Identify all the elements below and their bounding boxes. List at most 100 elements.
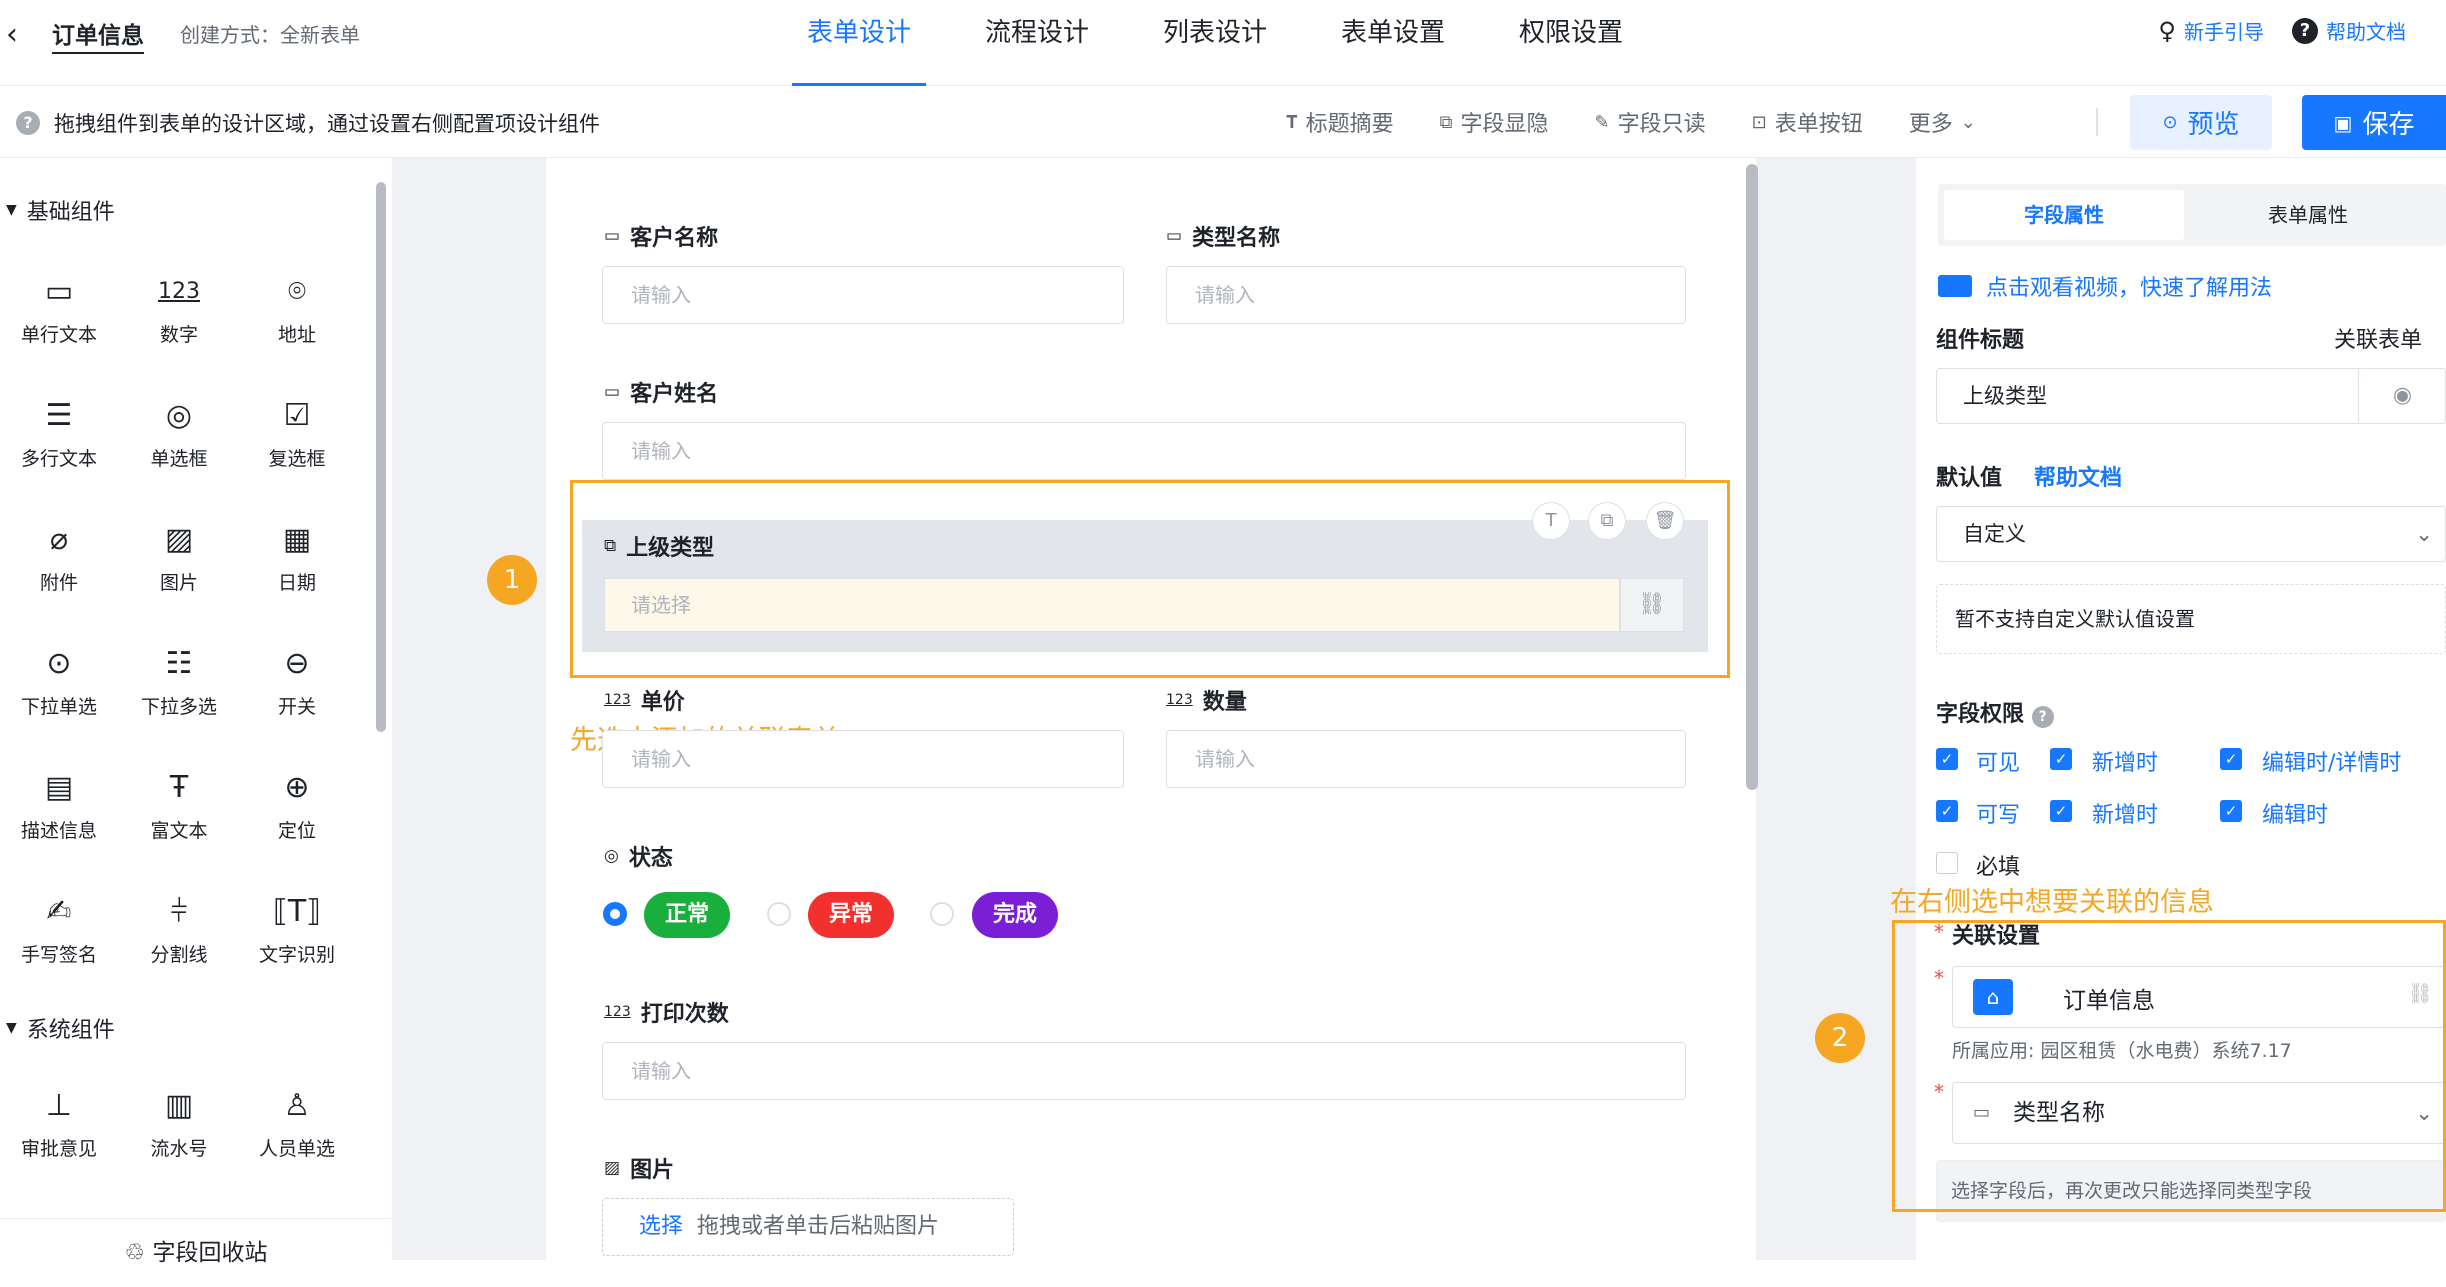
comp-serial-number[interactable]: ▥ 流水号	[124, 1084, 234, 1161]
location-pin-icon: ⌾	[288, 274, 306, 309]
field-label-image: ▨ 图片	[604, 1158, 675, 1183]
status-radio-normal[interactable]	[603, 902, 627, 926]
comp-attachment[interactable]: ⌀ 附件	[4, 518, 114, 595]
status-radio-complete[interactable]	[930, 902, 954, 926]
preview-button[interactable]: ⊙ 预览	[2130, 95, 2272, 150]
image-upload-area[interactable]: 选择 拖拽或者单击后粘贴图片	[602, 1198, 1014, 1256]
type-name-input[interactable]: 请输入	[1166, 266, 1686, 324]
title-visibility-button[interactable]: ◉	[2358, 369, 2446, 423]
default-value-select[interactable]: 自定义 ⌄	[1936, 506, 2446, 562]
field-visibility-button[interactable]: ⧉ 字段显隐	[1440, 106, 1549, 138]
canvas-scrollbar[interactable]	[1746, 164, 1758, 790]
checkbox-visible-add[interactable]: ✓	[2050, 748, 2072, 770]
checkbox-visible[interactable]: ✓	[1936, 748, 1958, 770]
basic-components-header[interactable]: ▼ 基础组件	[6, 194, 115, 226]
title-summary-button[interactable]: 𝐓 标题摘要	[1286, 106, 1394, 138]
comp-dropdown-single[interactable]: ⊙ 下拉单选	[4, 642, 114, 719]
print-count-input[interactable]: 请输入	[602, 1042, 1686, 1100]
tab-flow-design[interactable]: 流程设计	[948, 0, 1126, 86]
field-label-customer-name: ▭ 客户名称	[604, 226, 719, 251]
comp-image[interactable]: ▨ 图片	[124, 518, 234, 595]
pen-off-icon: ✎	[1594, 111, 1610, 133]
tab-form-properties[interactable]: 表单属性	[2188, 190, 2428, 240]
pen-icon: ✍	[46, 894, 72, 929]
comp-single-text[interactable]: ▭ 单行文本	[4, 270, 114, 347]
comp-number[interactable]: 123 数字	[124, 270, 234, 347]
guide-link[interactable]: ♀ 新手引导	[2158, 16, 2264, 45]
parent-type-select[interactable]: 请选择	[604, 578, 1620, 632]
comp-location[interactable]: ⊕ 定位	[242, 766, 352, 843]
more-dropdown[interactable]: 更多 ⌄	[1909, 106, 1976, 138]
annotation-note-2: 在右侧选中想要关联的信息	[1890, 887, 2214, 918]
calendar-icon: ▦	[282, 522, 312, 557]
text-field-icon: ▭	[44, 274, 74, 309]
status-pill-abnormal: 异常	[808, 892, 894, 938]
field-readonly-button[interactable]: ✎ 字段只读	[1594, 106, 1705, 138]
comp-rich-text[interactable]: Ŧ 富文本	[124, 766, 234, 843]
status-pill-complete: 完成	[972, 892, 1058, 938]
save-button[interactable]: ▣ 保存	[2302, 95, 2446, 150]
image-icon: ▨	[164, 522, 194, 557]
radio-icon: ◎	[604, 846, 619, 866]
field-title-control[interactable]: T	[1532, 502, 1570, 540]
top-bar: ‹ 订单信息 创建方式：全新表单 表单设计 流程设计 列表设计 表单设置 权限设…	[0, 0, 2446, 86]
checkbox-writable-add-label: 新增时	[2092, 803, 2159, 828]
button-icon: ⊡	[1751, 111, 1767, 133]
checkbox-writable-edit-label: 编辑时	[2262, 803, 2329, 828]
user-icon: ♙	[283, 1088, 311, 1123]
tab-list-design[interactable]: 列表设计	[1126, 0, 1304, 86]
checkbox-visible-edit-detail[interactable]: ✓	[2220, 748, 2242, 770]
comp-date[interactable]: ▦ 日期	[242, 518, 352, 595]
status-pill-normal: 正常	[644, 892, 730, 938]
comp-divider[interactable]: ⫩ 分割线	[124, 890, 234, 967]
field-label-quantity: 123 数量	[1166, 690, 1247, 715]
comp-checkbox[interactable]: ☑ 复选框	[242, 394, 352, 471]
checkbox-writable-edit[interactable]: ✓	[2220, 800, 2242, 822]
tab-form-settings[interactable]: 表单设置	[1304, 0, 1482, 86]
comp-radio[interactable]: ◎ 单选框	[124, 394, 234, 471]
field-delete-control[interactable]: 🗑	[1646, 502, 1684, 540]
divider-icon: ⫩	[170, 894, 188, 929]
checkbox-writable[interactable]: ✓	[1936, 800, 1958, 822]
tab-form-design[interactable]: 表单设计	[770, 0, 948, 86]
number-icon: 123	[604, 692, 631, 708]
comp-address[interactable]: ⌾ 地址	[242, 270, 352, 347]
comp-ocr[interactable]: ⟦T⟧ 文字识别	[242, 890, 352, 967]
field-recycle-bin[interactable]: ♲ 字段回收站	[0, 1218, 392, 1278]
customer-name-input[interactable]: 请输入	[602, 266, 1124, 324]
unit-price-input[interactable]: 请输入	[602, 730, 1124, 788]
checkbox-writable-label: 可写	[1976, 803, 2021, 828]
left-scrollbar[interactable]	[376, 182, 386, 732]
comp-multi-text[interactable]: ☰ 多行文本	[4, 394, 114, 471]
comp-signature[interactable]: ✍ 手写签名	[4, 890, 114, 967]
comp-description[interactable]: ▤ 描述信息	[4, 766, 114, 843]
quantity-input[interactable]: 请输入	[1166, 730, 1686, 788]
field-copy-control[interactable]: ⧉	[1588, 502, 1626, 540]
text-field-icon: ▭	[604, 226, 621, 246]
dropdown-circle-icon: ⊙	[46, 646, 72, 681]
comp-approval[interactable]: ⊥ 审批意见	[4, 1084, 114, 1161]
upload-select-link[interactable]: 选择	[639, 1214, 683, 1239]
comp-user-single[interactable]: ♙ 人员单选	[242, 1084, 352, 1161]
checkbox-writable-add[interactable]: ✓	[2050, 800, 2072, 822]
link-button[interactable]: ⛓	[1620, 578, 1684, 632]
checkbox-required[interactable]	[1936, 852, 1958, 874]
default-help-link[interactable]: 帮助文档	[2034, 460, 2122, 492]
checklist-icon: ☷	[165, 646, 193, 681]
comp-switch[interactable]: ⊖ 开关	[242, 642, 352, 719]
status-radio-abnormal[interactable]	[767, 902, 791, 926]
tab-field-properties[interactable]: 字段属性	[1944, 190, 2184, 240]
stamp-icon: ⊥	[45, 1088, 73, 1123]
design-toolbar: ? 拖拽组件到表单的设计区域，通过设置右侧配置项设计组件 𝐓 标题摘要 ⧉ 字段显隐 …	[0, 86, 2446, 158]
system-components-header[interactable]: ▼ 系统组件	[6, 1012, 115, 1044]
help-doc-link[interactable]: ? 帮助文档	[2292, 16, 2406, 45]
recycle-icon: ♲	[124, 1240, 153, 1266]
comp-dropdown-multi[interactable]: ☷ 下拉多选	[124, 642, 234, 719]
image-icon: ▨	[604, 1158, 621, 1178]
customer-person-input[interactable]: 请输入	[602, 422, 1686, 480]
video-tutorial-link[interactable]: 点击观看视频，快速了解用法	[1938, 270, 2272, 302]
annotation-badge-1: 1	[487, 555, 537, 605]
tab-permission-settings[interactable]: 权限设置	[1482, 0, 1660, 86]
form-buttons-button[interactable]: ⊡ 表单按钮	[1752, 106, 1863, 138]
back-button[interactable]: ‹	[6, 18, 34, 52]
